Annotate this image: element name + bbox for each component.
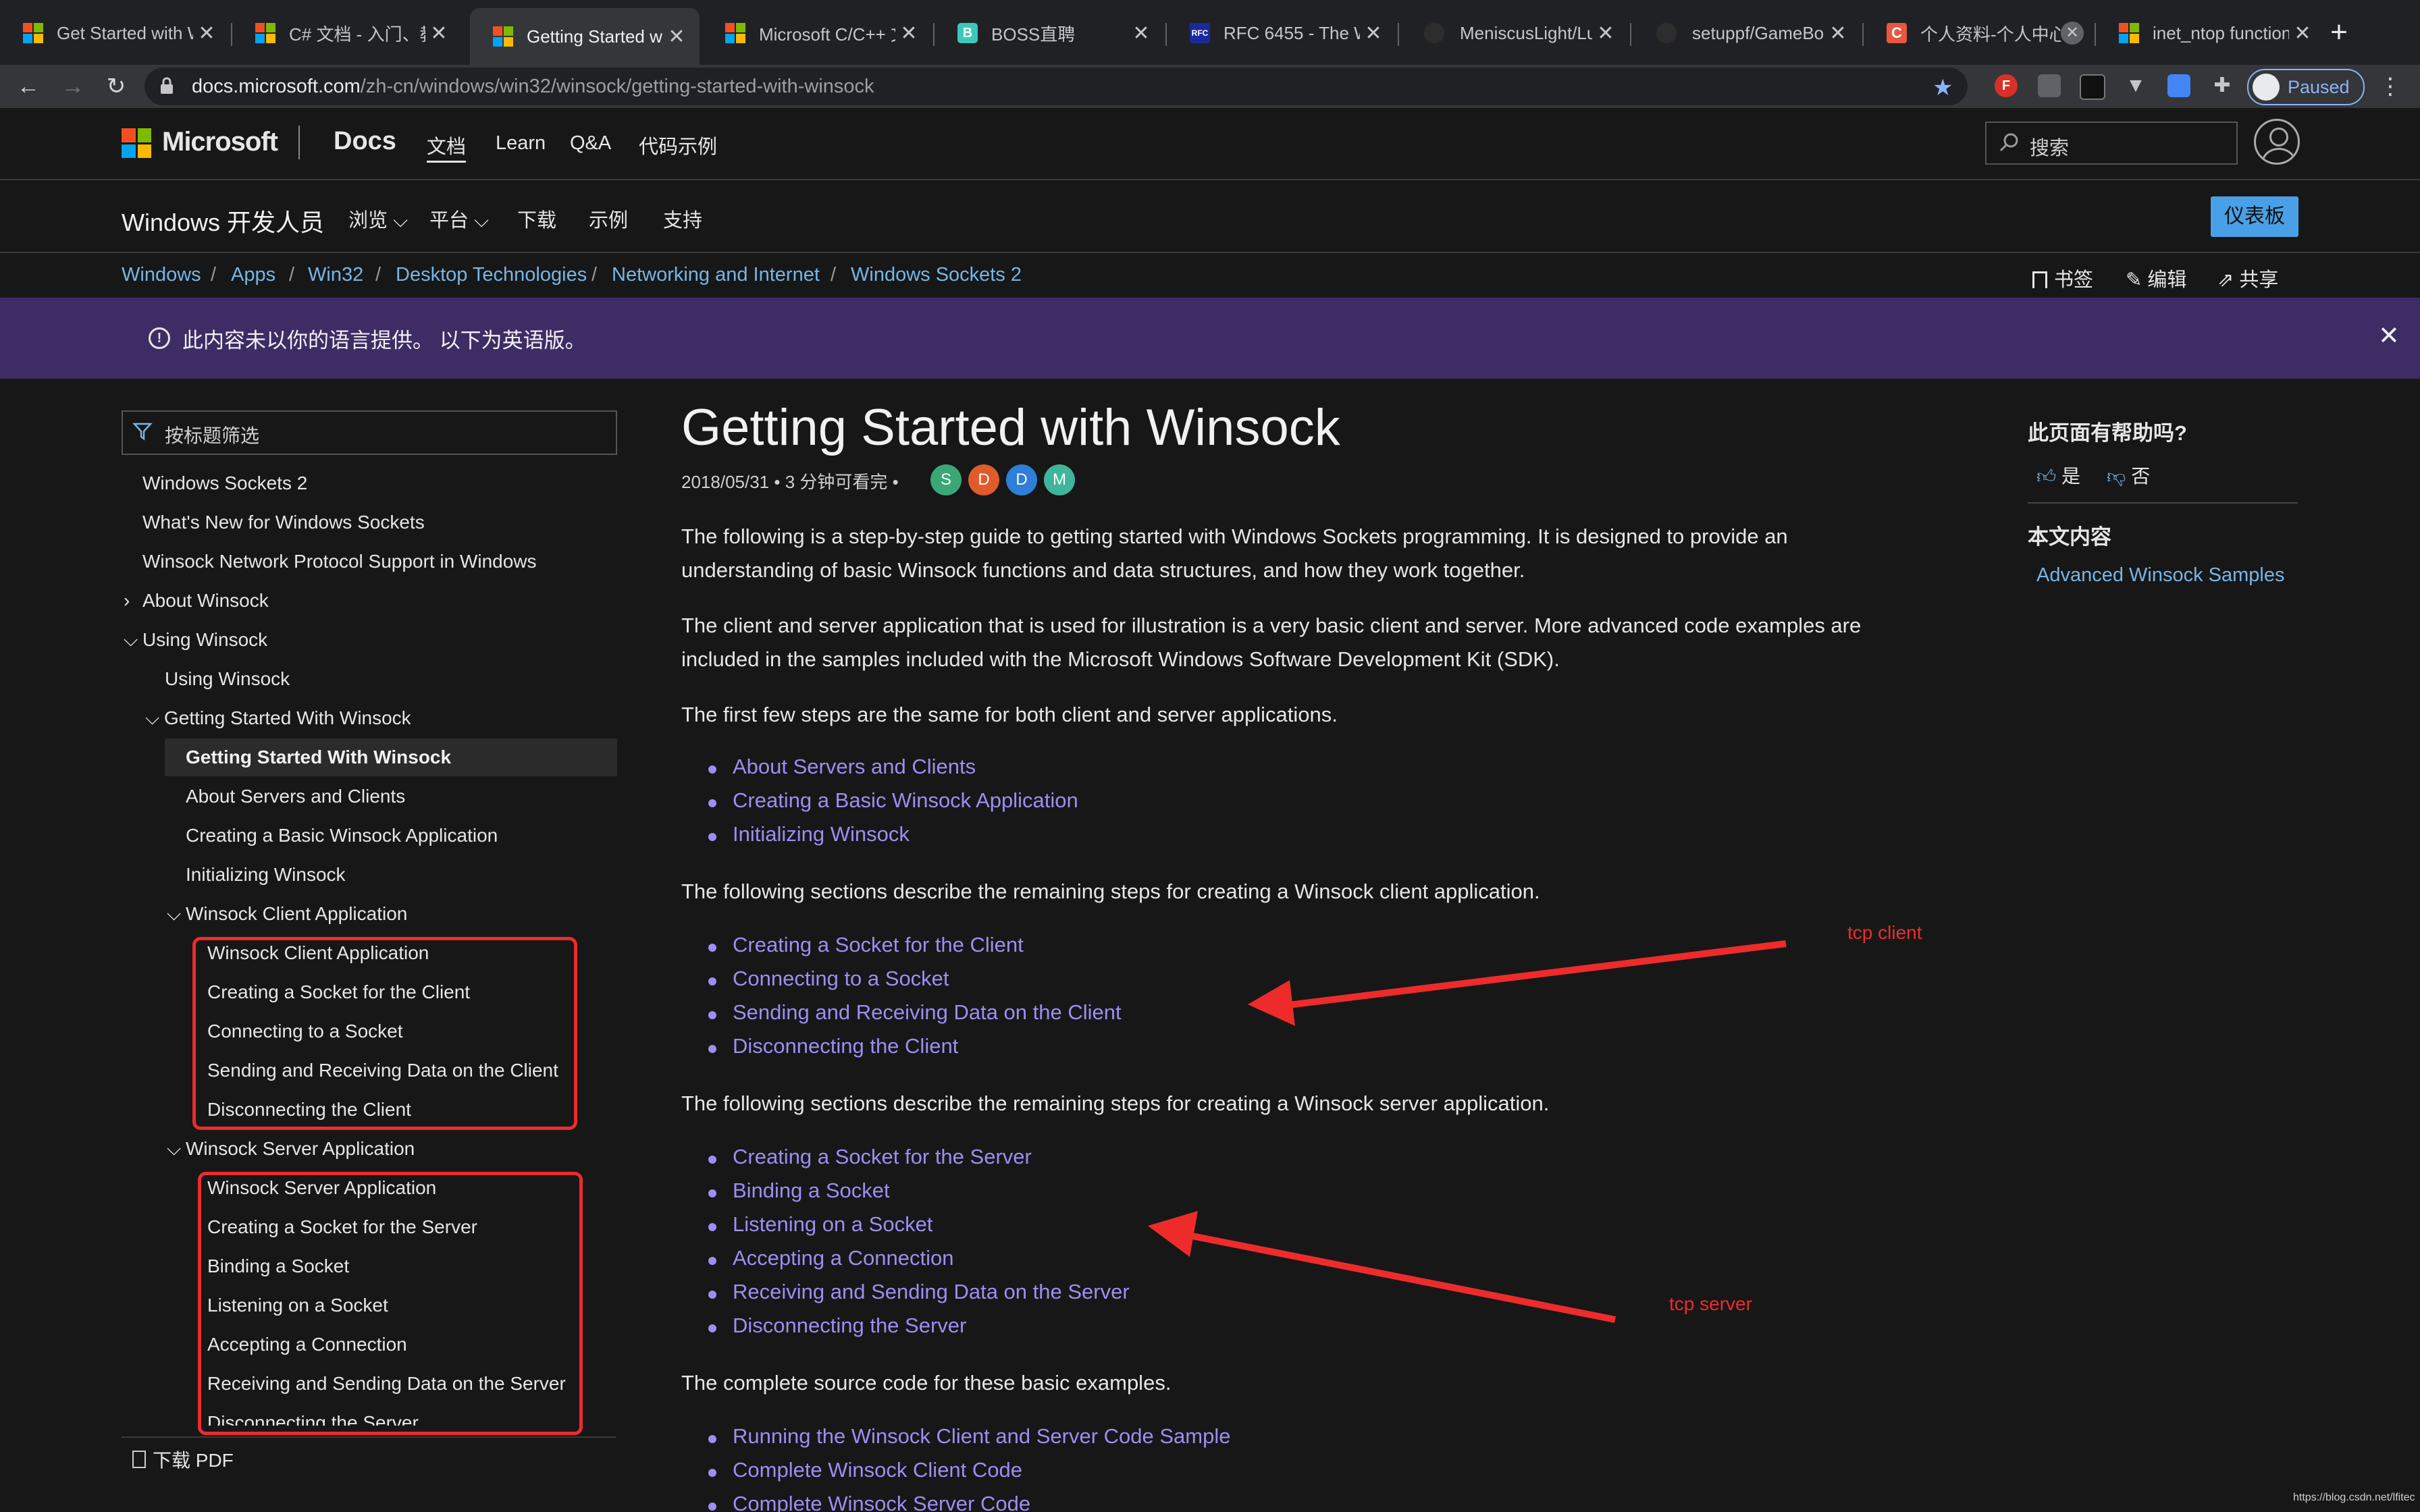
annotation-label-client: tcp client [1847,922,1922,943]
arrow-client [1248,940,1787,1026]
feedback-no-button[interactable]: 👎︎ 否 [2107,462,2150,489]
thumbs-down-icon: 👎︎ [2107,466,2126,487]
in-this-article-heading: 本文内容 [2028,525,2111,549]
rail-link-advanced-samples[interactable]: Advanced Winsock Samples [2036,564,2285,587]
annotation-arrows [1148,940,1787,1323]
feedback-question: 此页面有帮助吗? [2028,421,2187,445]
thumbs-up-icon: 👍︎ [2036,466,2057,487]
watermark: https://blog.csdn.net/lfitec [2293,1492,2415,1503]
annotation-label-server: tcp server [1669,1293,1752,1314]
arrow-server [1148,1211,1616,1323]
feedback-yes-button[interactable]: 👍︎ 是 [2036,462,2080,489]
